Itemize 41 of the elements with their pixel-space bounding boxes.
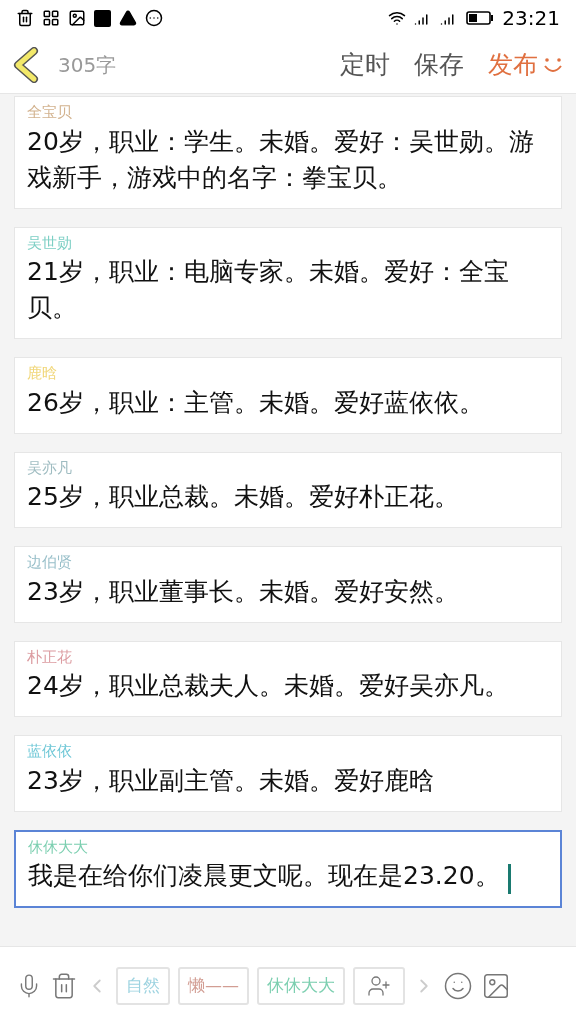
add-person-icon	[367, 973, 391, 998]
trash-icon[interactable]	[50, 971, 78, 1000]
character-name: 边伯贤	[27, 552, 73, 573]
character-name: 蓝依依	[27, 741, 73, 762]
trash-icon	[16, 9, 34, 27]
character-name: 全宝贝	[27, 102, 73, 123]
word-count: 305字	[58, 51, 117, 79]
text-cursor	[507, 864, 511, 894]
action-button[interactable]: 保存	[414, 45, 464, 84]
character-card[interactable]: 吴世勋 21岁，职业：电脑专家。未婚。爱好：全宝贝。	[14, 226, 562, 339]
character-description: 26岁，职业：主管。未婚。爱好蓝依依。	[27, 386, 484, 419]
character-description: 23岁，职业董事长。未婚。爱好安然。	[27, 575, 459, 608]
character-name: 朴正花	[27, 646, 73, 668]
warning-icon	[119, 9, 137, 27]
character-name: 休休大大	[28, 836, 89, 858]
grid-icon	[42, 9, 60, 27]
character-name: 鹿晗	[27, 363, 58, 384]
add-character-button[interactable]	[353, 966, 405, 1005]
wifi-icon	[388, 9, 407, 27]
character-description: 23岁，职业副主管。未婚。爱好鹿晗	[27, 764, 434, 797]
character-card[interactable]: 边伯贤 23岁，职业董事长。未婚。爱好安然。	[14, 546, 562, 623]
character-description: 21岁，职业：电脑专家。未婚。爱好：全宝贝。	[27, 256, 510, 324]
more-icon	[145, 9, 163, 27]
image-icon	[68, 9, 86, 27]
character-name: 吴世勋	[27, 232, 73, 254]
character-description: 24岁，职业总裁夫人。未婚。爱好吴亦凡。	[27, 670, 509, 702]
character-description: 我是在给你们凌晨更文呢。现在是23.20。	[28, 860, 500, 892]
character-card[interactable]: 吴亦凡 25岁，职业总裁。未婚。爱好朴正花。	[14, 451, 562, 528]
character-name: 吴亦凡	[27, 457, 73, 479]
character-card[interactable]: 朴正花 24岁，职业总裁夫人。未婚。爱好吴亦凡。	[14, 640, 562, 717]
character-description: 20岁，职业：学生。未婚。爱好：吴世勋。游戏新手，游戏中的名字：拳宝贝。	[27, 125, 535, 194]
character-card[interactable]: 蓝依依 23岁，职业副主管。未婚。爱好鹿晗	[14, 735, 562, 812]
app-icon	[94, 9, 111, 27]
character-description: 25岁，职业总裁。未婚。爱好朴正花。	[27, 481, 459, 513]
character-card[interactable]: 鹿晗 26岁，职业：主管。未婚。爱好蓝依依。	[14, 357, 562, 434]
character-card[interactable]: 休休大大 我是在给你们凌晨更文呢。现在是23.20。	[14, 829, 562, 908]
battery-icon	[466, 11, 495, 25]
action-button[interactable]: 定时	[340, 45, 390, 84]
clock-time: 23:21	[502, 5, 560, 32]
character-card[interactable]: 全宝贝 20岁，职业：学生。未婚。爱好：吴世勋。游戏新手，游戏中的名字：拳宝贝。	[14, 96, 562, 209]
emoji-icon[interactable]	[443, 970, 473, 1001]
